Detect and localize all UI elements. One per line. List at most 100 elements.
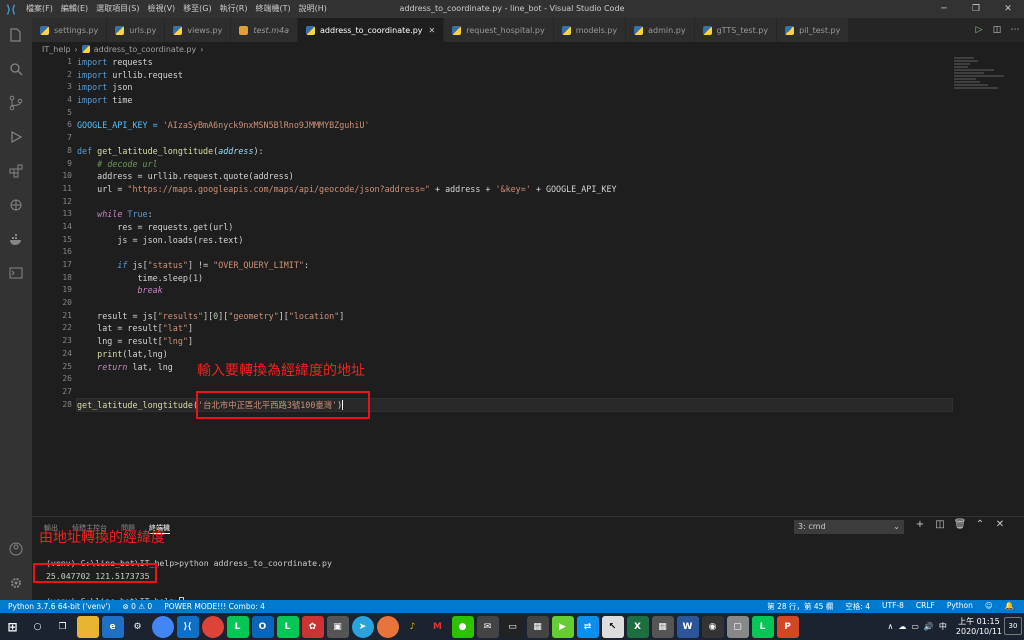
tab-pil-test[interactable]: pil_test.py [777,18,850,42]
network-icon[interactable]: ▭ [911,622,919,631]
powerpoint-icon[interactable]: P [776,615,799,638]
menu-terminal[interactable]: 終端機(T) [251,0,294,18]
code-line[interactable] [77,297,952,310]
wechat-icon[interactable]: ● [451,615,474,638]
run-file-icon[interactable]: ▷ [970,25,988,35]
search-icon[interactable]: ○ [27,616,49,638]
status-python-interpreter[interactable]: Python 3.7.6 64-bit ('venv') [8,602,111,611]
code-line[interactable]: import time [77,94,952,107]
code-line[interactable]: if js["status"] != "OVER_QUERY_LIMIT": [77,259,952,272]
app-icon[interactable]: M [427,616,449,638]
notification-center-icon[interactable]: 30 [1004,617,1022,635]
calculator-icon[interactable]: ▦ [651,615,674,638]
outlook-icon[interactable]: O [251,615,274,638]
tab-address-to-coordinate[interactable]: address_to_coordinate.py ✕ [298,18,445,42]
code-line[interactable]: break [77,284,952,297]
menu-edit[interactable]: 編輯(E) [57,0,92,18]
terminal-app-icon[interactable]: ▭ [501,615,524,638]
code-line[interactable]: result = js["results"][0]["geometry"]["l… [77,310,952,323]
code-line[interactable] [77,246,952,259]
menu-selection[interactable]: 選取項目(S) [92,0,143,18]
extensions-icon[interactable] [0,154,32,188]
app-icon[interactable]: ▦ [526,615,549,638]
tab-views[interactable]: views.py [165,18,232,42]
clock[interactable]: 上午 01:15 2020/10/11 [956,617,1002,637]
code-line[interactable]: lat = result["lat"] [77,322,952,335]
windows-start-icon[interactable]: ⊞ [2,616,24,638]
close-tab-icon[interactable]: ✕ [429,26,436,35]
app-icon[interactable]: ✿ [301,615,324,638]
menu-help[interactable]: 說明(H) [295,0,331,18]
tab-models[interactable]: models.py [553,18,627,42]
tab-urls[interactable]: urls.py [107,18,166,42]
line-icon[interactable]: L [751,615,774,638]
split-terminal-icon[interactable]: ◫ [930,519,950,530]
cursor-icon[interactable]: ↖ [601,615,624,638]
code-line[interactable] [77,132,952,145]
terminal-icon[interactable] [0,256,32,290]
vscode-taskbar-icon[interactable]: ⟩⟨ [176,615,199,638]
code-line[interactable]: lng = result["lng"] [77,335,952,348]
code-line[interactable]: url = "https://maps.googleapis.com/maps/… [77,183,952,196]
code-line[interactable]: import urllib.request [77,69,952,82]
cloud-icon[interactable]: ☁ [898,622,906,631]
maximize-panel-icon[interactable]: ⌃ [970,519,990,530]
search-icon[interactable] [0,52,32,86]
bell-icon[interactable]: 🔔 [1005,601,1014,612]
chevron-up-icon[interactable]: ∧ [888,622,894,631]
ime-indicator[interactable]: 中 [939,621,947,632]
code-line[interactable]: import requests [77,56,952,69]
word-icon[interactable]: W [676,615,699,638]
trash-icon[interactable]: 🗑 [950,519,970,530]
photos-icon[interactable]: ▣ [326,615,349,638]
code-line[interactable]: # decode url [77,158,952,171]
restore-icon[interactable]: ❐ [960,0,992,18]
close-panel-icon[interactable]: ✕ [990,519,1010,530]
run-debug-icon[interactable] [0,120,32,154]
media-icon[interactable]: ◉ [701,615,724,638]
docker-icon[interactable] [0,222,32,256]
code-line[interactable]: js = json.loads(res.text) [77,234,952,247]
tab-test-m4a[interactable]: test.m4a [231,18,299,42]
telegram-icon[interactable]: ➤ [351,615,374,638]
tab-admin[interactable]: admin.py [626,18,695,42]
settings-gear-icon[interactable] [0,566,32,600]
more-actions-icon[interactable]: ⋯ [1006,25,1024,35]
tab-settings[interactable]: settings.py [32,18,108,42]
browser-icon[interactable] [376,615,399,638]
status-indentation[interactable]: 空格: 4 [845,601,870,612]
explorer-icon[interactable] [0,18,32,52]
remote-icon[interactable] [0,188,32,222]
code-line[interactable]: address = urllib.request.quote(address) [77,170,952,183]
minimize-icon[interactable]: ─ [928,0,960,18]
source-control-icon[interactable] [0,86,32,120]
menu-run[interactable]: 執行(R) [216,0,252,18]
tab-gtts-test[interactable]: gTTS_test.py [694,18,778,42]
status-encoding[interactable]: UTF-8 [882,601,904,612]
code-line[interactable]: while True: [77,208,952,221]
breadcrumb-file[interactable]: address_to_coordinate.py [94,45,196,54]
code-line[interactable] [77,107,952,120]
feedback-icon[interactable]: ☺ [985,601,993,612]
split-editor-icon[interactable]: ◫ [988,25,1006,35]
file-explorer-icon[interactable] [76,615,99,638]
status-language[interactable]: Python [947,601,973,612]
code-lines[interactable]: import requests import urllib.request im… [76,56,953,413]
mail-icon[interactable]: ✉ [476,615,499,638]
breadcrumb-folder[interactable]: IT_help [42,45,71,54]
menu-view[interactable]: 檢視(V) [143,0,179,18]
code-line[interactable]: time.sleep(1) [77,272,952,285]
terminal-select[interactable]: 3: cmd ⌄ [794,520,904,534]
app-icon[interactable]: ▶ [551,615,574,638]
close-icon[interactable]: ✕ [992,0,1024,18]
code-line[interactable]: def get_latitude_longtitude(address): [77,145,952,158]
code-line[interactable]: GOOGLE_API_KEY = 'AIzaSyBmA6nyck9nxMSN5B… [77,119,952,132]
settings-icon[interactable]: ⚙ [127,616,149,638]
tab-request-hospital[interactable]: request_hospital.py [444,18,554,42]
chrome-icon[interactable] [151,615,174,638]
status-cursor-position[interactable]: 第 28 行，第 45 欄 [767,601,833,612]
line-icon[interactable]: L [276,615,299,638]
status-eol[interactable]: CRLF [916,601,935,612]
status-problems[interactable]: ⊗ 0 ⚠ 0 [123,602,153,611]
menu-go[interactable]: 移至(G) [179,0,215,18]
